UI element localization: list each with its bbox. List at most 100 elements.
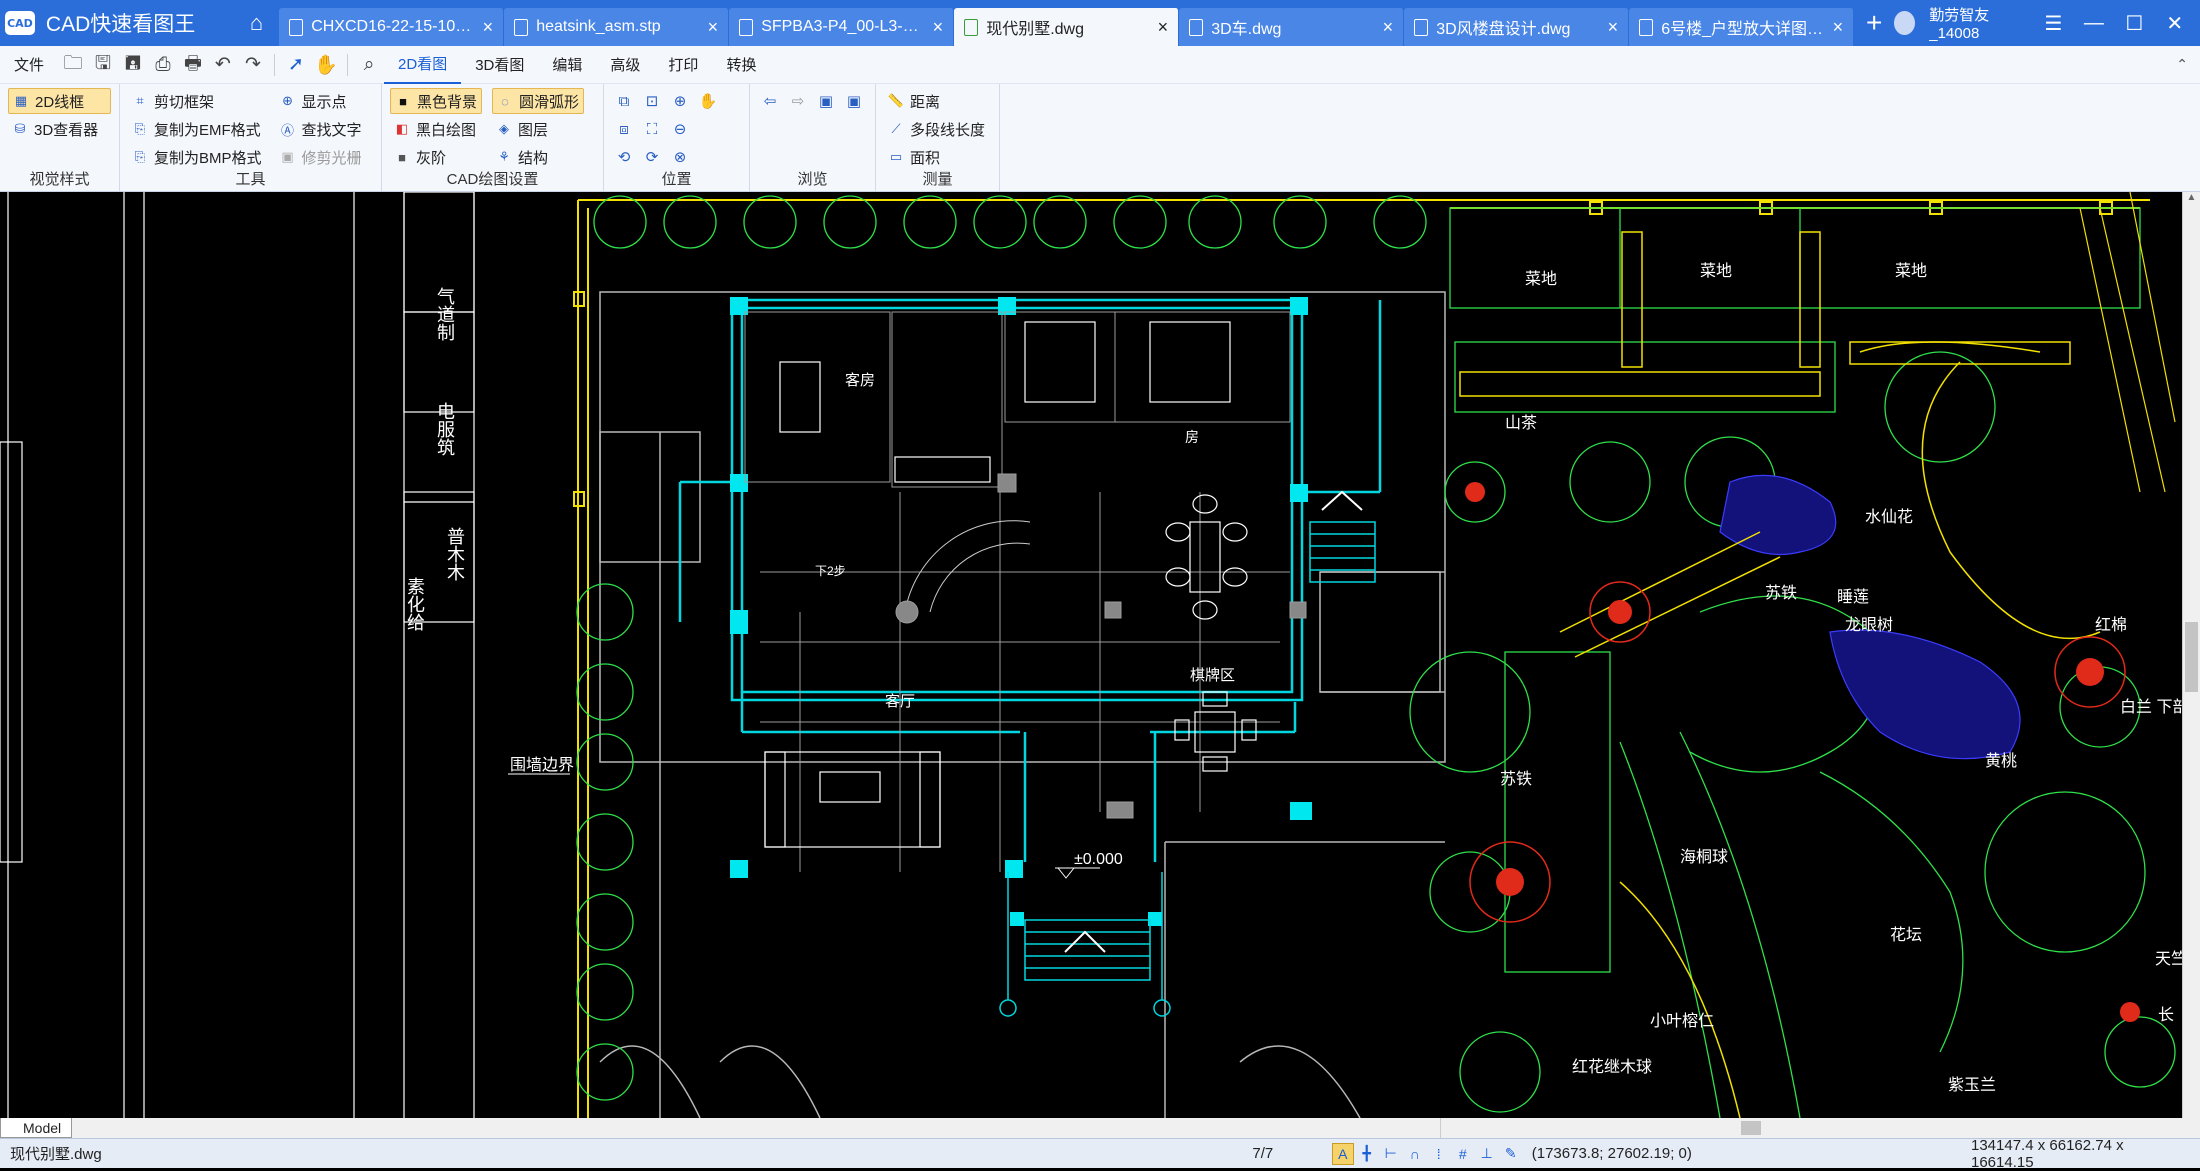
save-as-icon[interactable]: 🖪	[118, 50, 148, 80]
close-icon[interactable]: ×	[483, 17, 494, 38]
polyline-length-button[interactable]: ⟋ 多段线长度	[884, 116, 991, 142]
right-road	[2079, 192, 2176, 493]
tab-print[interactable]: 打印	[654, 46, 712, 84]
close-icon[interactable]: ×	[933, 17, 944, 38]
arrow-left-icon[interactable]: ⇦	[758, 89, 782, 113]
plant-label: 红棉	[2095, 616, 2127, 634]
button-label: 黑色背景	[417, 93, 478, 111]
view-icon[interactable]: ▣	[814, 89, 838, 113]
doc-tab-active[interactable]: 现代别墅.dwg ×	[954, 8, 1180, 46]
3d-viewer-button[interactable]: ⛁ 3D查看器	[8, 116, 111, 142]
vertical-scrollbar[interactable]: ▲	[2182, 192, 2200, 1118]
open-folder-icon[interactable]: 🗀	[58, 50, 88, 80]
area-button[interactable]: ▭ 面积	[884, 144, 991, 170]
new-tab-icon[interactable]: +	[1854, 0, 1894, 46]
minimize-icon[interactable]: —	[2081, 12, 2107, 35]
close-icon[interactable]: ×	[1158, 17, 1169, 38]
distance-button[interactable]: 📏 距离	[884, 88, 991, 114]
grid-icon[interactable]: #	[1452, 1143, 1474, 1165]
text-snap-icon[interactable]: A	[1331, 1142, 1354, 1165]
file-menu[interactable]: 文件	[0, 54, 58, 75]
separator	[274, 53, 276, 76]
file-icon	[1639, 18, 1654, 36]
zoom-prev-icon[interactable]: ⊡	[640, 89, 664, 113]
clip-frame-button[interactable]: ⌗ 剪切框架	[128, 88, 266, 114]
zoom-in-icon[interactable]: ⊕	[668, 89, 692, 113]
pan-icon[interactable]: ✋	[696, 89, 720, 113]
close-icon[interactable]: ×	[1608, 17, 1619, 38]
scroll-thumb[interactable]	[1741, 1121, 1761, 1135]
tab-advanced[interactable]: 高级	[596, 46, 654, 84]
pan-hand-icon[interactable]: ✋	[311, 50, 341, 80]
pencil-icon[interactable]: ✎	[1500, 1143, 1522, 1165]
menu-bar: 文件 🗀 🖫 🖪 ⎙ 🖶 ↶ ↷ ➚ ✋ ⌕ 2D看图 3D看图 编辑 高级 打…	[0, 46, 2200, 84]
avatar[interactable]	[1894, 11, 1916, 35]
print-icon[interactable]: 🖶	[178, 50, 208, 80]
doc-tab[interactable]: CHXCD16-22-15-10-1... ×	[279, 8, 505, 46]
magnet-icon[interactable]: ∩	[1404, 1143, 1426, 1165]
tab-edit[interactable]: 编辑	[538, 46, 596, 84]
copy-emf-button[interactable]: ⎘ 复制为EMF格式	[128, 116, 266, 142]
grayscale-button[interactable]: ■ 灰阶	[390, 144, 482, 170]
search-icon[interactable]: ⌕	[354, 50, 384, 80]
button-label: 查找文字	[301, 121, 362, 139]
zoom-menu-icon[interactable]: ⊗	[668, 145, 692, 169]
perpendicular-icon[interactable]: ⊥	[1476, 1143, 1498, 1165]
black-background-button[interactable]: ■ 黑色背景	[390, 88, 483, 114]
horizontal-scrollbar[interactable]	[1440, 1118, 2180, 1138]
structure-button[interactable]: ⚘ 结构	[492, 144, 584, 170]
rotate-icon[interactable]: ⟲	[612, 145, 636, 169]
tab-convert[interactable]: 转换	[712, 46, 770, 84]
doc-tab[interactable]: 3D车.dwg ×	[1179, 8, 1405, 46]
pdf-icon[interactable]: ⎙	[148, 50, 178, 80]
scroll-thumb[interactable]	[2185, 622, 2198, 692]
doc-tab[interactable]: 6号楼_户型放大详图_t8... ×	[1629, 8, 1855, 46]
zoom-extents-icon[interactable]: ⧈	[612, 117, 636, 141]
tab-3d-view[interactable]: 3D看图	[461, 46, 538, 84]
doc-tab[interactable]: SFPBA3-P4_00-L3-B3.i... ×	[729, 8, 955, 46]
button-label: 复制为BMP格式	[154, 149, 262, 167]
layers-button[interactable]: ◈ 图层	[492, 116, 584, 142]
orbit-icon[interactable]: ⟳	[640, 145, 664, 169]
zoom-window-icon[interactable]: ⧉	[612, 89, 636, 113]
zoom-out-icon[interactable]: ⊖	[668, 117, 692, 141]
home-icon[interactable]: ⌂	[234, 0, 279, 46]
tab-2d-view[interactable]: 2D看图	[384, 46, 462, 84]
find-text-button[interactable]: Ⓐ 查找文字	[276, 116, 366, 142]
menu-icon[interactable]: ☰	[2040, 11, 2066, 36]
bw-drawing-button[interactable]: ◧ 黑白绘图	[390, 116, 482, 142]
close-icon[interactable]: ×	[1383, 17, 1394, 38]
arrow-right-icon[interactable]: ⇨	[786, 89, 810, 113]
view-icon[interactable]: ▣	[842, 89, 866, 113]
close-icon[interactable]: ×	[708, 17, 719, 38]
wireframe-icon: ▦	[14, 93, 28, 108]
scroll-up-icon[interactable]: ▲	[2183, 192, 2200, 210]
copy-icon: ⎘	[134, 149, 146, 164]
chevron-up-icon[interactable]: ⌃	[2176, 56, 2200, 73]
user-name[interactable]: 勤劳智友_14008	[1929, 4, 2026, 42]
app-logo: CAD	[0, 0, 40, 46]
show-points-button[interactable]: ⊕ 显示点	[276, 88, 366, 114]
copy-bmp-button[interactable]: ⎘ 复制为BMP格式	[128, 144, 266, 170]
doc-tab[interactable]: 3D风楼盘设计.dwg ×	[1404, 8, 1630, 46]
undo-icon[interactable]: ↶	[208, 50, 238, 80]
trim-raster-button[interactable]: ▣ 修剪光栅	[276, 144, 366, 170]
doc-tab[interactable]: heatsink_asm.stp ×	[504, 8, 730, 46]
ortho-icon[interactable]: ╋	[1356, 1143, 1378, 1165]
select-arrow-icon[interactable]: ➚	[281, 50, 311, 80]
smooth-arc-button[interactable]: ◌ 圆滑弧形	[492, 88, 585, 114]
redo-icon[interactable]: ↷	[238, 50, 268, 80]
save-icon[interactable]: 🖫	[88, 50, 118, 80]
dots-icon[interactable]: ⁞	[1428, 1143, 1450, 1165]
drawing-canvas[interactable]: 气道制 电服筑 普木木 素化给 客房 客厅 棋牌区 房 下2步 ±0.000 围…	[0, 192, 2200, 1118]
2d-wireframe-button[interactable]: ▦ 2D线框	[8, 88, 111, 114]
dimension-icon[interactable]: ⊢	[1380, 1143, 1402, 1165]
maximize-icon[interactable]: ☐	[2121, 11, 2147, 36]
model-tab[interactable]: Model	[0, 1118, 73, 1138]
hedge-plants	[576, 583, 634, 1101]
vertical-label: 电服筑	[435, 402, 455, 456]
fit-icon[interactable]: ⛶	[640, 117, 664, 141]
close-icon[interactable]: ×	[1833, 17, 1844, 38]
file-icon	[739, 18, 754, 36]
window-close-icon[interactable]: ✕	[2162, 11, 2188, 36]
